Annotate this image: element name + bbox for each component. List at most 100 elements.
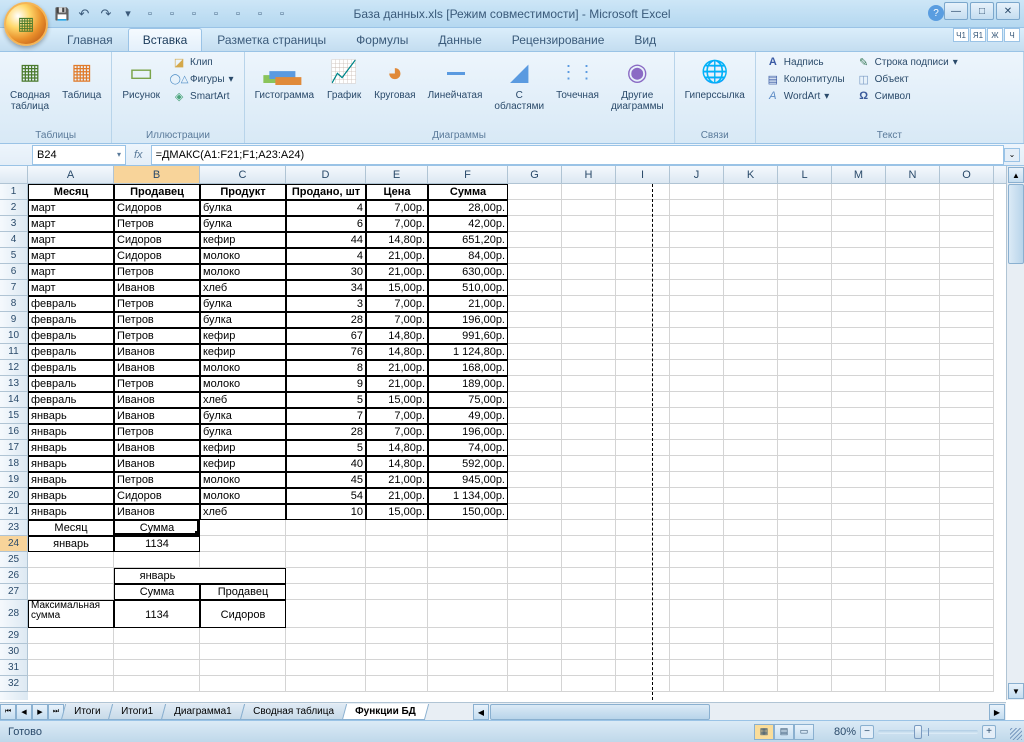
cell-N8[interactable] xyxy=(886,296,940,312)
cell-G7[interactable] xyxy=(508,280,562,296)
cell-D29[interactable] xyxy=(286,628,366,644)
cell-D18[interactable]: 40 xyxy=(286,456,366,472)
cell-D10[interactable]: 67 xyxy=(286,328,366,344)
cell-H2[interactable] xyxy=(562,200,616,216)
cell-I28[interactable] xyxy=(616,600,670,628)
cell-L11[interactable] xyxy=(778,344,832,360)
cell-A16[interactable]: январь xyxy=(28,424,114,440)
cell-H21[interactable] xyxy=(562,504,616,520)
cell-H3[interactable] xyxy=(562,216,616,232)
cell-G6[interactable] xyxy=(508,264,562,280)
cell-O6[interactable] xyxy=(940,264,994,280)
cell-D8[interactable]: 3 xyxy=(286,296,366,312)
cell-O20[interactable] xyxy=(940,488,994,504)
tab-formulas[interactable]: Формулы xyxy=(341,28,423,51)
cell-I21[interactable] xyxy=(616,504,670,520)
cell-O17[interactable] xyxy=(940,440,994,456)
cell-K13[interactable] xyxy=(724,376,778,392)
cell-J8[interactable] xyxy=(670,296,724,312)
cell-K10[interactable] xyxy=(724,328,778,344)
cell-A29[interactable] xyxy=(28,628,114,644)
cell-B7[interactable]: Иванов xyxy=(114,280,200,296)
cell-I11[interactable] xyxy=(616,344,670,360)
cell-L15[interactable] xyxy=(778,408,832,424)
cell-L24[interactable] xyxy=(778,536,832,552)
cell-B25[interactable] xyxy=(114,552,200,568)
cell-A20[interactable]: январь xyxy=(28,488,114,504)
cell-O13[interactable] xyxy=(940,376,994,392)
qat-custom-5[interactable]: ▫ xyxy=(228,4,248,24)
row-header-28[interactable]: 28 xyxy=(0,600,28,628)
cell-K19[interactable] xyxy=(724,472,778,488)
cell-B26[interactable]: январь xyxy=(114,568,200,584)
cell-I17[interactable] xyxy=(616,440,670,456)
cell-O7[interactable] xyxy=(940,280,994,296)
cell-E6[interactable]: 21,00р. xyxy=(366,264,428,280)
cell-N13[interactable] xyxy=(886,376,940,392)
cell-J24[interactable] xyxy=(670,536,724,552)
cell-O32[interactable] xyxy=(940,676,994,692)
cell-K4[interactable] xyxy=(724,232,778,248)
cell-E4[interactable]: 14,80р. xyxy=(366,232,428,248)
row-header-20[interactable]: 20 xyxy=(0,488,28,504)
cell-D15[interactable]: 7 xyxy=(286,408,366,424)
cell-M28[interactable] xyxy=(832,600,886,628)
sheet-first[interactable]: ⏮ xyxy=(0,704,16,720)
cell-N25[interactable] xyxy=(886,552,940,568)
row-header-30[interactable]: 30 xyxy=(0,644,28,660)
cell-C3[interactable]: булка xyxy=(200,216,286,232)
cell-N9[interactable] xyxy=(886,312,940,328)
cell-J18[interactable] xyxy=(670,456,724,472)
row-header-15[interactable]: 15 xyxy=(0,408,28,424)
col-header-N[interactable]: N xyxy=(886,166,940,183)
zoom-value[interactable]: 80% xyxy=(822,726,856,738)
cell-L1[interactable] xyxy=(778,184,832,200)
cell-E25[interactable] xyxy=(366,552,428,568)
cell-G9[interactable] xyxy=(508,312,562,328)
cell-N15[interactable] xyxy=(886,408,940,424)
cell-K12[interactable] xyxy=(724,360,778,376)
cell-H25[interactable] xyxy=(562,552,616,568)
cell-K32[interactable] xyxy=(724,676,778,692)
cell-I3[interactable] xyxy=(616,216,670,232)
col-header-L[interactable]: L xyxy=(778,166,832,183)
cell-J25[interactable] xyxy=(670,552,724,568)
cell-C8[interactable]: булка xyxy=(200,296,286,312)
symbol-button[interactable]: Символ xyxy=(853,88,962,104)
cell-A27[interactable] xyxy=(28,584,114,600)
cell-J16[interactable] xyxy=(670,424,724,440)
cell-D23[interactable] xyxy=(286,520,366,536)
cell-C12[interactable]: молоко xyxy=(200,360,286,376)
cell-A10[interactable]: февраль xyxy=(28,328,114,344)
cell-G19[interactable] xyxy=(508,472,562,488)
cell-G25[interactable] xyxy=(508,552,562,568)
cell-F11[interactable]: 1 124,80р. xyxy=(428,344,508,360)
row-header-2[interactable]: 2 xyxy=(0,200,28,216)
cell-D4[interactable]: 44 xyxy=(286,232,366,248)
cell-C20[interactable]: молоко xyxy=(200,488,286,504)
cell-I5[interactable] xyxy=(616,248,670,264)
cell-A15[interactable]: январь xyxy=(28,408,114,424)
cell-B28[interactable]: 1134 xyxy=(114,600,200,628)
col-header-M[interactable]: M xyxy=(832,166,886,183)
cell-G29[interactable] xyxy=(508,628,562,644)
cell-J17[interactable] xyxy=(670,440,724,456)
smartart-button[interactable]: SmartArt xyxy=(168,88,238,104)
view-page-break[interactable]: ▭ xyxy=(794,724,814,740)
cell-L6[interactable] xyxy=(778,264,832,280)
cell-I8[interactable] xyxy=(616,296,670,312)
cell-J12[interactable] xyxy=(670,360,724,376)
view-normal[interactable]: ▦ xyxy=(754,724,774,740)
cell-E1[interactable]: Цена xyxy=(366,184,428,200)
cell-K15[interactable] xyxy=(724,408,778,424)
cell-B32[interactable] xyxy=(114,676,200,692)
qat-custom-2[interactable]: ▫ xyxy=(162,4,182,24)
row-header-8[interactable]: 8 xyxy=(0,296,28,312)
cell-A32[interactable] xyxy=(28,676,114,692)
cell-M4[interactable] xyxy=(832,232,886,248)
cell-D19[interactable]: 45 xyxy=(286,472,366,488)
cell-J3[interactable] xyxy=(670,216,724,232)
cell-O1[interactable] xyxy=(940,184,994,200)
cell-D17[interactable]: 5 xyxy=(286,440,366,456)
view-page-layout[interactable]: ▤ xyxy=(774,724,794,740)
